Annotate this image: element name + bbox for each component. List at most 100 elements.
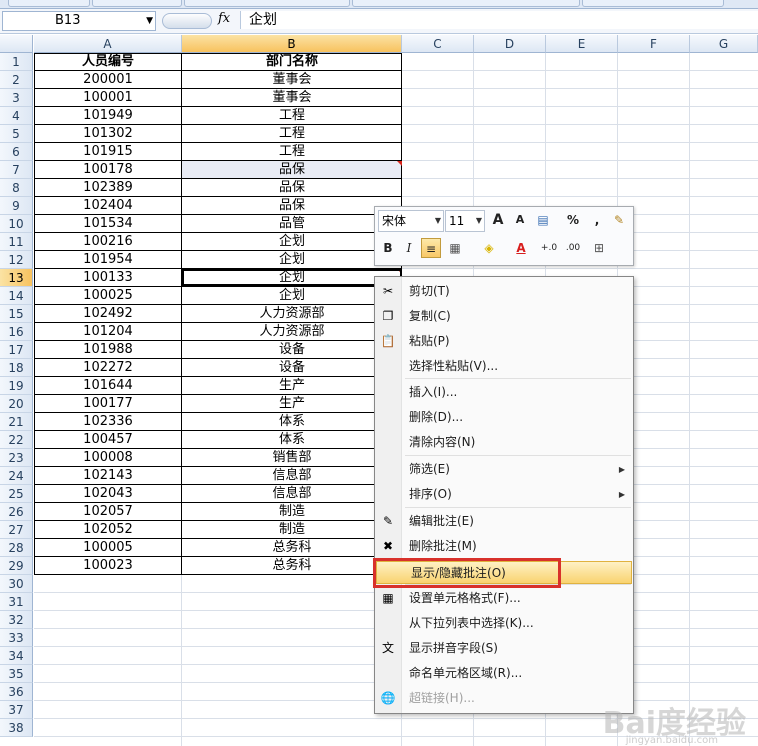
table-cell[interactable]: 人力资源部 xyxy=(182,323,402,341)
insert-function-button[interactable]: fx xyxy=(162,11,234,29)
column-header-e[interactable]: E xyxy=(546,35,618,53)
grow-font-button[interactable]: A xyxy=(488,210,508,230)
table-cell[interactable]: 总务科 xyxy=(182,557,402,575)
table-cell[interactable]: 100001 xyxy=(34,89,182,107)
table-cell[interactable]: 设备 xyxy=(182,341,402,359)
format-painter-icon[interactable]: ✎ xyxy=(609,210,629,230)
row-header-19[interactable]: 19 xyxy=(0,377,33,395)
active-cell-b13[interactable] xyxy=(182,269,402,286)
font-color-button[interactable]: A xyxy=(511,238,531,258)
increase-decimal-button[interactable]: +.0 xyxy=(539,238,559,258)
context-menu-item[interactable]: 从下拉列表中选择(K)... xyxy=(375,612,633,635)
table-cell[interactable]: 101954 xyxy=(34,251,182,269)
context-menu-item[interactable]: 删除(D)... xyxy=(375,406,633,429)
table-cell[interactable]: 100177 xyxy=(34,395,182,413)
table-cell[interactable]: 企划 xyxy=(182,251,402,269)
table-cell[interactable]: 工程 xyxy=(182,107,402,125)
table-cell[interactable]: 101644 xyxy=(34,377,182,395)
column-header-d[interactable]: D xyxy=(474,35,546,53)
table-cell[interactable]: 企划 xyxy=(182,287,402,305)
context-menu-item[interactable]: 筛选(E) ▶ xyxy=(375,458,633,481)
row-header-16[interactable]: 16 xyxy=(0,323,33,341)
context-menu-item[interactable]: ✖ 删除批注(M) xyxy=(375,535,633,558)
row-header-4[interactable]: 4 xyxy=(0,107,33,125)
table-cell[interactable]: 102057 xyxy=(34,503,182,521)
center-align-icon[interactable]: ≡ xyxy=(421,238,441,258)
select-all-corner[interactable] xyxy=(0,35,33,53)
table-cell[interactable]: 信息部 xyxy=(182,467,402,485)
table-cell[interactable]: 100178 xyxy=(34,161,182,179)
row-header-36[interactable]: 36 xyxy=(0,683,33,701)
row-header-11[interactable]: 11 xyxy=(0,233,33,251)
table-cell[interactable]: 生产 xyxy=(182,377,402,395)
column-header-b[interactable]: B xyxy=(182,35,402,53)
table-cell[interactable]: 总务科 xyxy=(182,539,402,557)
table-cell[interactable]: 设备 xyxy=(182,359,402,377)
table-cell[interactable]: 102492 xyxy=(34,305,182,323)
row-header-13[interactable]: 13 xyxy=(0,269,33,287)
row-header-10[interactable]: 10 xyxy=(0,215,33,233)
fill-color-icon[interactable]: ◈ xyxy=(479,238,499,258)
row-header-22[interactable]: 22 xyxy=(0,431,33,449)
context-menu-item[interactable]: ❐ 复制(C) xyxy=(375,305,633,328)
row-header-18[interactable]: 18 xyxy=(0,359,33,377)
table-cell[interactable]: 100457 xyxy=(34,431,182,449)
table-cell[interactable]: 企划 xyxy=(182,233,402,251)
row-header-9[interactable]: 9 xyxy=(0,197,33,215)
row-header-20[interactable]: 20 xyxy=(0,395,33,413)
row-header-7[interactable]: 7 xyxy=(0,161,33,179)
row-header-17[interactable]: 17 xyxy=(0,341,33,359)
context-menu-item[interactable]: 📋 粘贴(P) xyxy=(375,330,633,353)
row-header-35[interactable]: 35 xyxy=(0,665,33,683)
row-header-1[interactable]: 1 xyxy=(0,53,33,71)
table-cell[interactable]: 102389 xyxy=(34,179,182,197)
table-cell[interactable]: 101534 xyxy=(34,215,182,233)
row-header-2[interactable]: 2 xyxy=(0,71,33,89)
comma-button[interactable]: , xyxy=(587,210,607,230)
cell-style-icon[interactable]: ▤ xyxy=(533,210,553,230)
merge-center-icon[interactable]: ⊞ xyxy=(589,238,609,258)
percent-button[interactable]: % xyxy=(563,210,583,230)
table-cell[interactable]: 101915 xyxy=(34,143,182,161)
column-header-a[interactable]: A xyxy=(34,35,182,53)
row-header-5[interactable]: 5 xyxy=(0,125,33,143)
table-cell[interactable]: 人力资源部 xyxy=(182,305,402,323)
table-header-cell[interactable]: 人员编号 xyxy=(34,53,182,71)
row-header-6[interactable]: 6 xyxy=(0,143,33,161)
shrink-font-button[interactable]: A xyxy=(510,210,530,230)
table-cell[interactable]: 制造 xyxy=(182,521,402,539)
context-menu-item[interactable]: ✎ 编辑批注(E) xyxy=(375,510,633,533)
table-cell[interactable]: 102272 xyxy=(34,359,182,377)
fx-icon[interactable]: fx xyxy=(218,11,230,26)
borders-icon[interactable]: ▦ xyxy=(445,238,465,258)
decrease-decimal-button[interactable]: .00 xyxy=(563,238,583,258)
table-cell[interactable]: 制造 xyxy=(182,503,402,521)
table-cell[interactable]: 200001 xyxy=(34,71,182,89)
context-menu-item[interactable]: 🌐 超链接(H)... xyxy=(375,687,633,710)
font-size-select[interactable]: 11 ▼ xyxy=(445,210,485,232)
row-header-27[interactable]: 27 xyxy=(0,521,33,539)
table-cell[interactable]: 销售部 xyxy=(182,449,402,467)
context-menu-item[interactable]: ▦ 设置单元格格式(F)... xyxy=(375,587,633,610)
table-cell[interactable]: 工程 xyxy=(182,143,402,161)
context-menu-item[interactable]: 命名单元格区域(R)... xyxy=(375,662,633,685)
context-menu-item[interactable]: ✂ 剪切(T) xyxy=(375,280,633,303)
table-cell[interactable]: 100216 xyxy=(34,233,182,251)
chevron-down-icon[interactable]: ▼ xyxy=(476,211,482,231)
row-header-37[interactable]: 37 xyxy=(0,701,33,719)
table-cell[interactable]: 102143 xyxy=(34,467,182,485)
bold-button[interactable]: B xyxy=(378,238,398,258)
row-header-32[interactable]: 32 xyxy=(0,611,33,629)
row-header-26[interactable]: 26 xyxy=(0,503,33,521)
row-header-34[interactable]: 34 xyxy=(0,647,33,665)
table-cell[interactable]: 101302 xyxy=(34,125,182,143)
table-cell[interactable]: 品管 xyxy=(182,215,402,233)
table-cell[interactable]: 体系 xyxy=(182,431,402,449)
column-header-c[interactable]: C xyxy=(402,35,474,53)
table-cell[interactable]: 102043 xyxy=(34,485,182,503)
column-header-g[interactable]: G xyxy=(690,35,758,53)
table-cell[interactable]: 董事会 xyxy=(182,89,402,107)
chevron-down-icon[interactable]: ▼ xyxy=(146,12,153,30)
row-header-15[interactable]: 15 xyxy=(0,305,33,323)
row-header-38[interactable]: 38 xyxy=(0,719,33,737)
